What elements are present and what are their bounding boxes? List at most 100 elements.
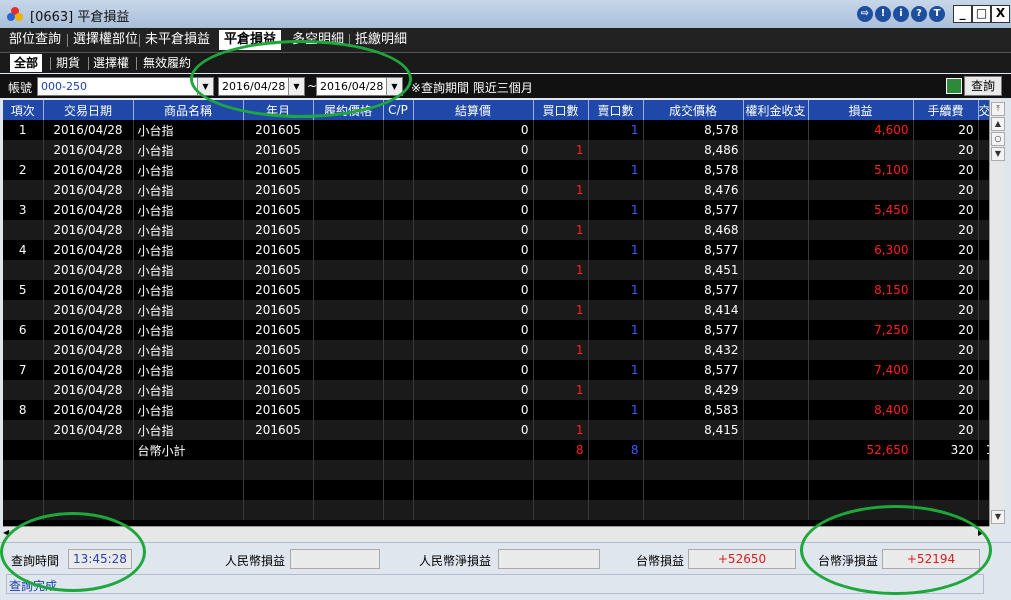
empty-cell xyxy=(243,440,314,460)
cell-premium xyxy=(743,240,809,260)
cell-cp xyxy=(383,300,414,320)
query-button[interactable]: 查詢 xyxy=(964,76,1002,96)
table-row[interactable]: 2016/04/28小台指201605 01 8,432 208 xyxy=(3,340,989,360)
cell-strike xyxy=(313,320,384,340)
cell-pnl: 5,450 xyxy=(808,200,914,220)
column-header[interactable]: 手續費 xyxy=(913,100,979,120)
table-row[interactable]: 22016/04/28小台指201605 0 18,578 5,100209 xyxy=(3,160,989,180)
cell-buy: 1 xyxy=(533,420,589,440)
window-title: [0663] 平倉損益 xyxy=(30,10,130,25)
cell-buy: 1 xyxy=(533,340,589,360)
cell-fee: 20 xyxy=(913,160,979,180)
cell-cp xyxy=(383,340,414,360)
column-header[interactable]: 成交價格 xyxy=(643,100,744,120)
cell-date: 2016/04/28 xyxy=(43,300,134,320)
table-row[interactable]: 42016/04/28小台指201605 0 18,577 6,300209 xyxy=(3,240,989,260)
cell-tax: 9 xyxy=(978,120,989,140)
cell-pnl xyxy=(808,140,914,160)
cell-ym: 201605 xyxy=(243,160,314,180)
cell-price: 8,577 xyxy=(643,240,744,260)
cell-strike xyxy=(313,340,384,360)
empty-cell xyxy=(133,460,244,480)
table-row[interactable]: 2016/04/28小台指201605 01 8,476 208 xyxy=(3,180,989,200)
cell-ym: 201605 xyxy=(243,200,314,220)
maximize-button[interactable]: □ xyxy=(972,5,991,23)
table-row[interactable]: 2016/04/28小台指201605 01 8,414 208 xyxy=(3,300,989,320)
empty-cell xyxy=(313,460,384,480)
highlight-ellipse-net-pnl xyxy=(800,505,992,595)
cell-tax: 8 xyxy=(978,380,989,400)
subtab-options[interactable]: 選擇權 xyxy=(89,54,133,72)
column-header[interactable]: 買口數 xyxy=(533,100,589,120)
cell-buy: 1 xyxy=(533,180,589,200)
subtab-all[interactable]: 全部 xyxy=(10,54,43,72)
cell-strike xyxy=(313,240,384,260)
cell-fee: 20 xyxy=(913,420,979,440)
alert-icon[interactable]: ! xyxy=(875,6,891,22)
cell-tax: 8 xyxy=(978,180,989,200)
scroll-bottom-icon[interactable]: ▼ xyxy=(991,510,1005,524)
cell-date: 2016/04/28 xyxy=(43,160,134,180)
empty-cell xyxy=(133,500,244,520)
cell-tax: 8 xyxy=(978,140,989,160)
table-row[interactable]: 2016/04/28小台指201605 01 8,415 208 xyxy=(3,420,989,440)
cell-tax: 9 xyxy=(978,280,989,300)
cell-sell xyxy=(588,340,644,360)
table-row[interactable]: 82016/04/28小台指201605 0 18,583 8,400209 xyxy=(3,400,989,420)
scroll-down-icon[interactable]: ▼ xyxy=(991,147,1005,161)
table-row[interactable]: 2016/04/28小台指201605 01 8,429 208 xyxy=(3,380,989,400)
cell-strike xyxy=(313,220,384,240)
subtab-futures[interactable]: 期貨 xyxy=(52,54,84,72)
column-header[interactable]: 權利金收支 xyxy=(743,100,809,120)
tab-position-query[interactable]: 部位查詢 xyxy=(4,30,66,50)
column-header[interactable]: 損益 xyxy=(808,100,914,120)
column-header[interactable]: 項次 xyxy=(3,100,44,120)
help-icon[interactable]: ? xyxy=(911,6,927,22)
table-row[interactable]: 52016/04/28小台指201605 0 18,577 8,150209 xyxy=(3,280,989,300)
column-header[interactable]: 交易日期 xyxy=(43,100,134,120)
cell-product: 小台指 xyxy=(133,420,244,440)
column-header[interactable]: 交易稅 xyxy=(978,100,989,120)
account-select[interactable]: 000-250 ▼ xyxy=(37,77,214,96)
cell-buy xyxy=(533,400,589,420)
scroll-top-icon[interactable]: ⤒ xyxy=(991,102,1005,116)
column-header[interactable]: 結算價 xyxy=(413,100,534,120)
tab-options-position[interactable]: 選擇權部位 xyxy=(68,30,143,50)
column-header[interactable]: 賣口數 xyxy=(588,100,644,120)
sub-tab-bar: 全部 期貨 選擇權 無效履約 xyxy=(0,53,1011,73)
cell-date: 2016/04/28 xyxy=(43,280,134,300)
cell-date: 2016/04/28 xyxy=(43,220,134,240)
table-row[interactable]: 32016/04/28小台指201605 0 18,577 5,450209 xyxy=(3,200,989,220)
tab-open-pnl[interactable]: 未平倉損益 xyxy=(140,30,215,50)
close-button[interactable]: X xyxy=(991,5,1010,23)
cell-strike xyxy=(313,420,384,440)
cell-buy: 1 xyxy=(533,260,589,280)
cell-strike xyxy=(313,160,384,180)
cell-sell: 1 xyxy=(588,400,644,420)
empty-cell xyxy=(43,440,134,460)
cell-idx xyxy=(3,140,44,160)
cell-premium xyxy=(743,280,809,300)
table-row[interactable]: 12016/04/28小台指201605018,5784,600209 xyxy=(3,120,989,140)
vertical-scrollbar[interactable]: ⤒ ▲ ○ ▼ ▼ xyxy=(989,100,1005,526)
table-row[interactable]: 2016/04/28小台指201605 01 8,486 208 xyxy=(3,140,989,160)
excel-export-icon[interactable] xyxy=(946,78,962,94)
minimize-button[interactable]: _ xyxy=(953,5,972,23)
cell-idx: 4 xyxy=(3,240,44,260)
scroll-reset-icon[interactable]: ○ xyxy=(991,132,1005,146)
table-row[interactable]: 2016/04/28小台指201605 01 8,451 208 xyxy=(3,260,989,280)
cell-strike xyxy=(313,280,384,300)
table-row[interactable]: 62016/04/28小台指201605 0 18,577 7,250209 xyxy=(3,320,989,340)
table-row[interactable]: 2016/04/28小台指201605 01 8,468 208 xyxy=(3,220,989,240)
exit-icon[interactable]: ⇨ xyxy=(857,6,873,22)
cell-settle: 0 xyxy=(413,360,534,380)
scroll-up-icon[interactable]: ▲ xyxy=(991,117,1005,131)
cell-settle: 0 xyxy=(413,160,534,180)
cell-premium xyxy=(743,380,809,400)
subtab-invalid-exercise[interactable]: 無效履約 xyxy=(139,54,195,72)
table-row[interactable]: 72016/04/28小台指201605 0 18,577 7,400209 xyxy=(3,360,989,380)
tool-icon[interactable]: T xyxy=(929,6,945,22)
cell-buy: 1 xyxy=(533,300,589,320)
cell-product: 小台指 xyxy=(133,180,244,200)
info-icon[interactable]: i xyxy=(893,6,909,22)
